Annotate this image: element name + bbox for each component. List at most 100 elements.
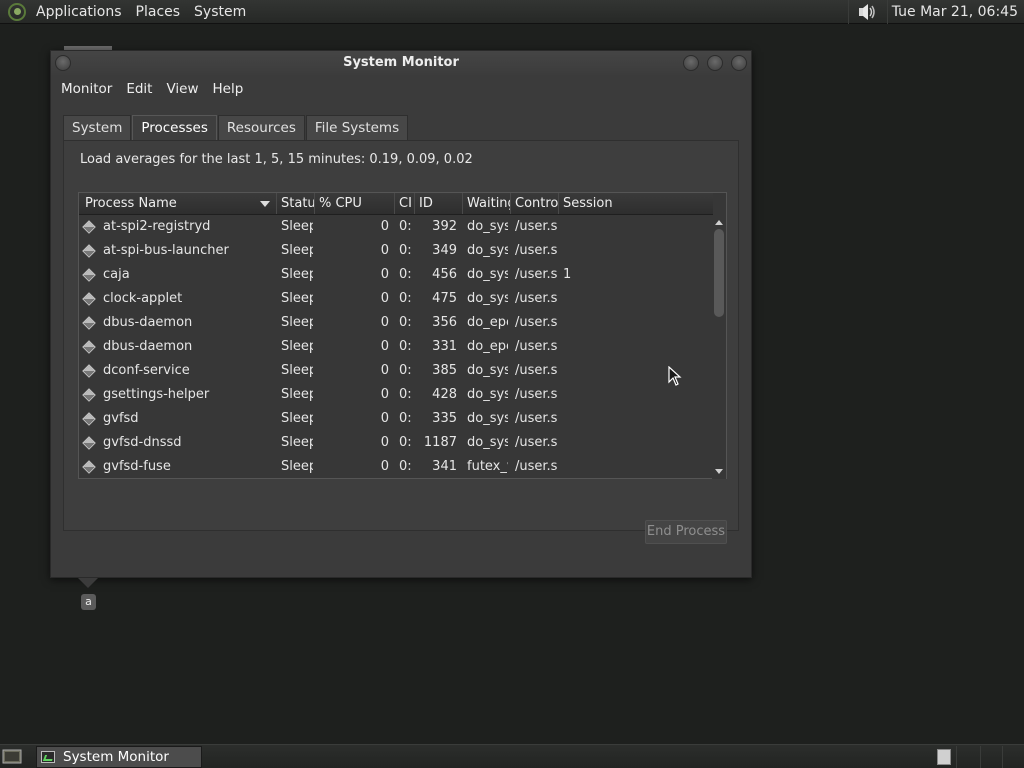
menu-help[interactable]: Help xyxy=(207,81,252,97)
menu-view[interactable]: View xyxy=(160,81,206,97)
scroll-thumb[interactable] xyxy=(714,229,724,317)
column-session[interactable]: Session xyxy=(559,193,713,214)
cell-control: /user.s xyxy=(515,315,557,330)
tab-processes[interactable]: Processes xyxy=(132,115,217,141)
column-id[interactable]: ID xyxy=(415,193,463,214)
table-row[interactable]: at-spi2-registryd Sleep 0 0: 392 do_sys/user.… xyxy=(79,215,713,239)
process-list[interactable]: Process Name Statu % CPU CI ID Waiting C… xyxy=(78,192,727,479)
taskbar-system-monitor[interactable]: System Monitor xyxy=(36,746,202,768)
cell-waiting: do_sys xyxy=(467,219,508,234)
menu-monitor[interactable]: Monitor xyxy=(55,81,120,97)
cell-status: Sleep xyxy=(281,315,313,330)
cell-waiting: do_sys xyxy=(467,243,508,258)
process-icon xyxy=(82,364,96,378)
cell-cpu: 0 xyxy=(380,459,389,474)
window-titlebar[interactable]: System Monitor xyxy=(51,51,751,75)
column-cpu[interactable]: % CPU xyxy=(315,193,395,214)
maximize-button[interactable] xyxy=(707,55,723,71)
cell-control: /user.s xyxy=(515,291,557,306)
cell-process-name: caja xyxy=(103,267,130,282)
table-row[interactable]: gvfsd Sleep 0 0: 335 do_sys/user.s xyxy=(79,407,713,431)
process-icon xyxy=(82,268,96,282)
cell-control: /user.s xyxy=(515,219,557,234)
cell-waiting: futex_v xyxy=(467,459,508,474)
scroll-up-icon[interactable] xyxy=(715,220,723,225)
cell-status: Sleep xyxy=(281,267,313,282)
system-menu[interactable]: System xyxy=(188,0,254,24)
panel-separator xyxy=(847,0,849,24)
scroll-down-icon[interactable] xyxy=(715,469,723,474)
mate-logo-icon[interactable] xyxy=(8,2,26,21)
cell-session xyxy=(563,335,603,359)
panel-clock[interactable]: Tue Mar 21, 06:45 xyxy=(886,0,1024,24)
workspace-3[interactable] xyxy=(980,746,1002,768)
show-desktop-icon[interactable] xyxy=(2,748,22,765)
menu-edit[interactable]: Edit xyxy=(120,81,160,97)
cell-process-name: at-spi-bus-launcher xyxy=(103,243,229,258)
cell-session xyxy=(563,431,603,455)
cell-session xyxy=(563,407,603,431)
cell-control: /user.s xyxy=(515,459,557,474)
cell-control: /user.s xyxy=(515,387,557,402)
cell-session xyxy=(563,239,603,263)
processes-page: Load averages for the last 1, 5, 15 minu… xyxy=(63,140,739,544)
table-row[interactable]: gvfsd-dnssd Sleep 0 0: 1187 do_sys/user.s xyxy=(79,431,713,455)
cell-control: /user.s xyxy=(515,363,557,378)
cell-cpu-time: 0: xyxy=(399,459,412,474)
tab-file-systems[interactable]: File Systems xyxy=(305,115,409,141)
volume-icon[interactable] xyxy=(855,2,879,22)
cell-waiting: do_sys xyxy=(467,435,508,450)
cell-cpu-time: 0: xyxy=(399,315,412,330)
desktop-tag[interactable]: a xyxy=(81,594,96,610)
table-row[interactable]: gvfsd-fuse Sleep 0 0: 341 futex_v/user.s xyxy=(79,455,713,479)
column-control[interactable]: Control xyxy=(511,193,559,214)
minimize-button[interactable] xyxy=(683,55,699,71)
cell-session xyxy=(563,359,603,383)
tab-resources[interactable]: Resources xyxy=(217,115,305,141)
workspace-1[interactable] xyxy=(937,749,951,765)
vertical-scrollbar[interactable] xyxy=(712,215,726,479)
table-row[interactable]: at-spi-bus-launcher Sleep 0 0: 349 do_sys/use… xyxy=(79,239,713,263)
table-row[interactable]: caja Sleep 0 0: 456 do_sys/user.s 1 xyxy=(79,263,713,287)
applications-menu[interactable]: Applications xyxy=(30,0,130,24)
menubar: Monitor Edit View Help xyxy=(51,75,751,103)
system-monitor-window: System Monitor Monitor Edit View Help Sy… xyxy=(50,50,752,578)
window-menu-button[interactable] xyxy=(55,55,71,71)
cell-id: 349 xyxy=(432,243,457,258)
process-icon xyxy=(82,292,96,306)
end-process-button[interactable]: End Process xyxy=(645,520,727,544)
places-menu[interactable]: Places xyxy=(130,0,189,24)
cell-status: Sleep xyxy=(281,459,313,474)
table-row[interactable]: dbus-daemon Sleep 0 0: 356 do_epc/user.s xyxy=(79,311,713,335)
cell-cpu: 0 xyxy=(380,267,389,282)
cell-cpu-time: 0: xyxy=(399,387,412,402)
cell-cpu-time: 0: xyxy=(399,243,412,258)
workspace-4[interactable] xyxy=(1002,746,1024,768)
process-list-header: Process Name Statu % CPU CI ID Waiting C… xyxy=(79,193,713,215)
table-row[interactable]: gsettings-helper Sleep 0 0: 428 do_sys/user.s xyxy=(79,383,713,407)
process-icon xyxy=(82,388,96,402)
cell-process-name: clock-applet xyxy=(103,291,183,306)
column-waiting[interactable]: Waiting xyxy=(463,193,511,214)
workspace-2[interactable] xyxy=(956,746,978,768)
close-button[interactable] xyxy=(731,55,747,71)
tab-system[interactable]: System xyxy=(63,115,132,141)
load-averages: Load averages for the last 1, 5, 15 minu… xyxy=(80,152,473,167)
cell-control: /user.s xyxy=(515,243,557,258)
sort-descending-icon xyxy=(260,201,270,207)
process-rows: at-spi2-registryd Sleep 0 0: 392 do_sys/user.… xyxy=(79,215,713,479)
cell-cpu: 0 xyxy=(380,219,389,234)
table-row[interactable]: dbus-daemon Sleep 0 0: 331 do_epc/user.s xyxy=(79,335,713,359)
process-icon xyxy=(82,340,96,354)
cell-control: /user.s xyxy=(515,435,557,450)
cell-process-name: dbus-daemon xyxy=(103,339,193,354)
table-row[interactable]: clock-applet Sleep 0 0: 475 do_sys/user.s xyxy=(79,287,713,311)
column-cpu-time[interactable]: CI xyxy=(395,193,415,214)
cell-id: 356 xyxy=(432,315,457,330)
cell-status: Sleep xyxy=(281,387,313,402)
column-status[interactable]: Statu xyxy=(277,193,315,214)
cell-cpu-time: 0: xyxy=(399,363,412,378)
cell-session xyxy=(563,311,603,335)
table-row[interactable]: dconf-service Sleep 0 0: 385 do_sys/user.s xyxy=(79,359,713,383)
column-process-name[interactable]: Process Name xyxy=(79,193,277,214)
